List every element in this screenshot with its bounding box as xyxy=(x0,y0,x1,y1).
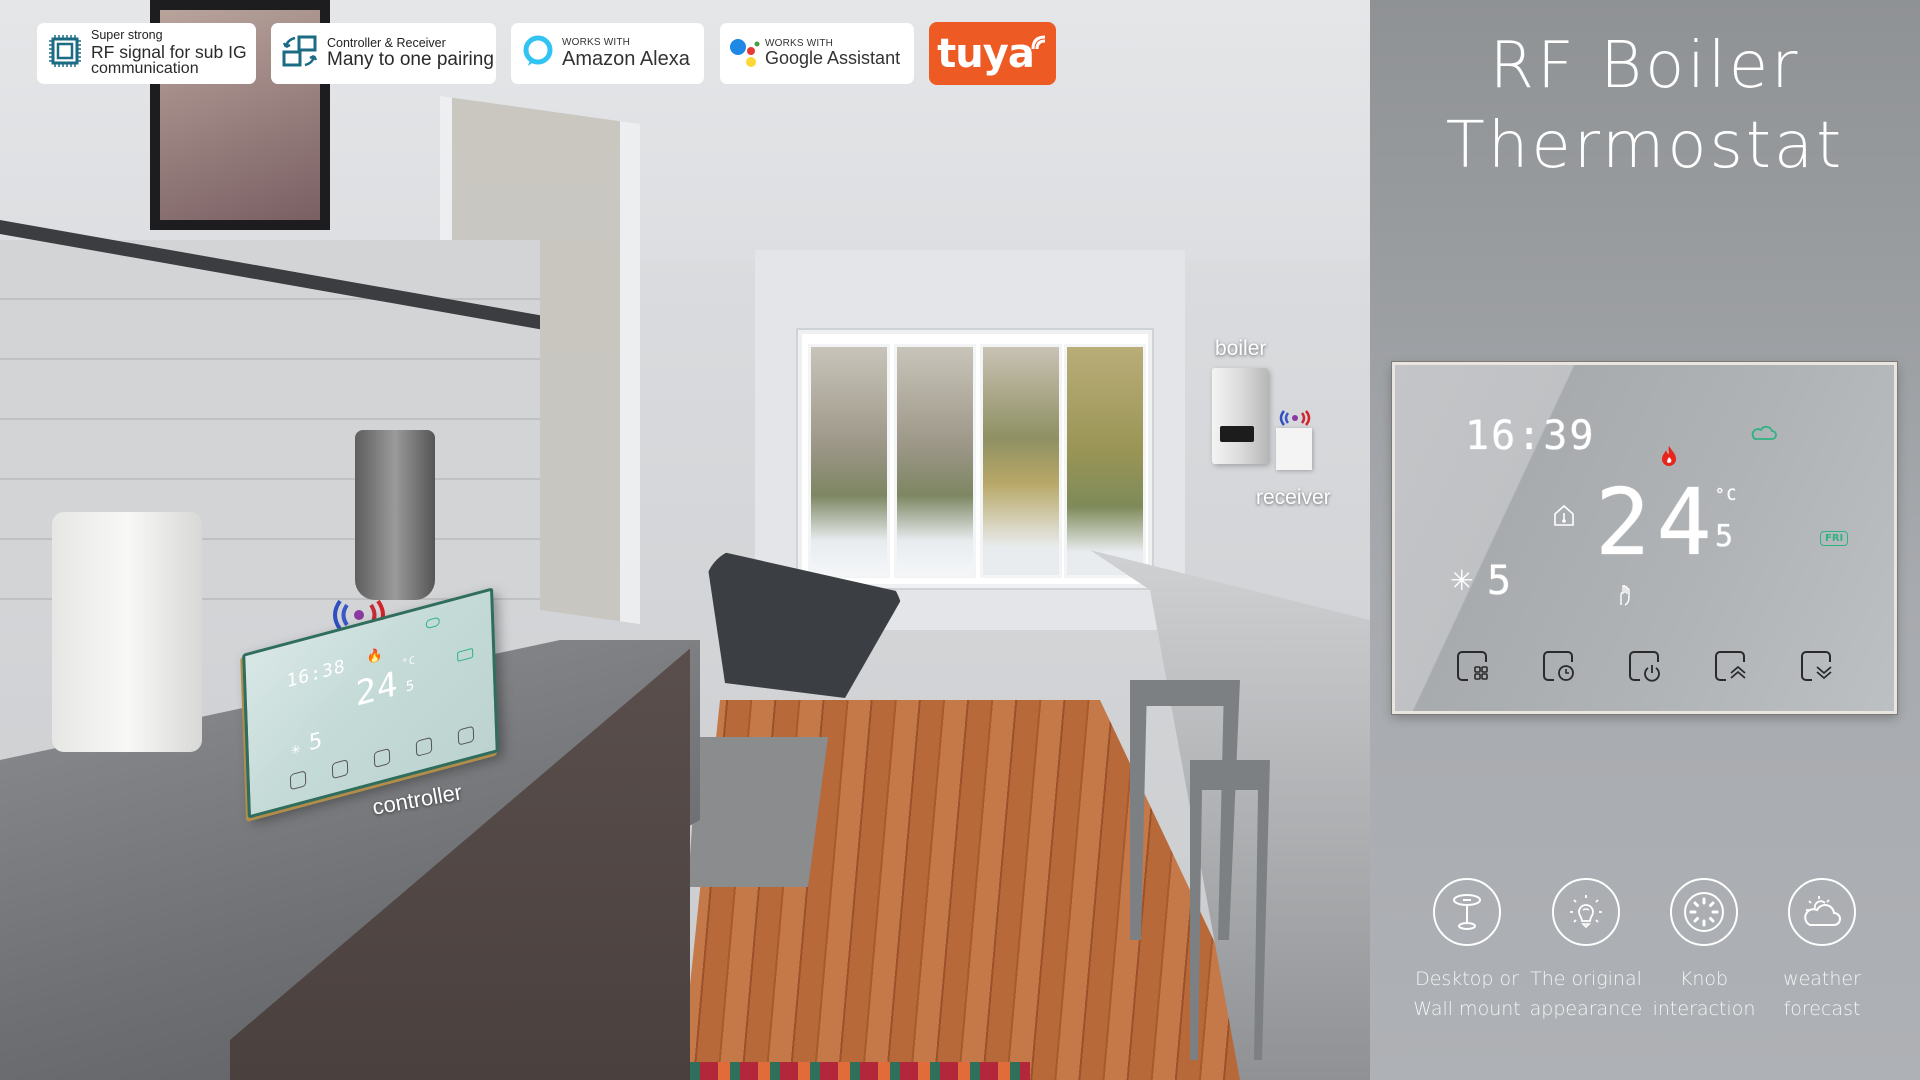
controller-up-key xyxy=(415,736,433,757)
badge-rf-line1: RF signal for sub IG xyxy=(91,41,247,62)
wifi-icon xyxy=(1031,35,1045,49)
alexa-icon xyxy=(522,34,554,73)
desktop-stand-icon xyxy=(1433,878,1501,946)
feature-desktop-wall-mount: Desktop or Wall mount xyxy=(1407,878,1527,1024)
badge-rf-signal: Super strong RF signal for sub IG commun… xyxy=(37,23,256,84)
weather-icon xyxy=(1788,878,1856,946)
chevron-up-icon xyxy=(1730,665,1746,679)
controller-schedule-key xyxy=(331,759,349,780)
tuya-wordmark: tuya xyxy=(937,30,1035,77)
clock-icon xyxy=(1558,665,1574,681)
window xyxy=(798,330,1152,588)
product-title-line1: RF Boiler xyxy=(1489,29,1801,103)
feature-knob-line2: interaction xyxy=(1652,998,1756,1020)
rf-signal-icon xyxy=(1276,408,1314,428)
badge-pairing-line1: Many to one pairing xyxy=(327,49,494,71)
badge-amazon-alexa: WORKS WITH Amazon Alexa xyxy=(511,23,704,84)
weather-cloud-icon xyxy=(1751,425,1777,446)
day-indicator-icon xyxy=(456,647,474,662)
product-title-line2: Thermostat xyxy=(1445,109,1845,183)
boiler-label: boiler xyxy=(1215,337,1267,360)
lightbulb-icon xyxy=(1552,878,1620,946)
power-button[interactable] xyxy=(1628,648,1664,684)
home-temperature-icon xyxy=(1553,503,1575,532)
down-button[interactable] xyxy=(1800,648,1836,684)
up-button[interactable] xyxy=(1714,648,1750,684)
flame-icon: 🔥 xyxy=(366,645,383,666)
boiler-image xyxy=(1212,368,1268,464)
badge-pairing: Controller & Receiver Many to one pairin… xyxy=(271,23,496,84)
thermostat-unit: °C xyxy=(1715,485,1739,504)
feature-appearance-line2: appearance xyxy=(1529,998,1643,1020)
menu-button[interactable] xyxy=(1456,648,1492,684)
badge-rf-small: Super strong xyxy=(91,28,163,43)
thermostat-temperature: 24 xyxy=(1595,469,1718,576)
grid-icon xyxy=(1474,666,1488,680)
snowflake-icon: ✳ xyxy=(1450,565,1474,596)
paper-towel-roll xyxy=(52,512,202,752)
thermostat-setpoint: 5 xyxy=(1487,558,1514,604)
feature-weather-line2: forecast xyxy=(1783,998,1861,1020)
google-assistant-icon xyxy=(727,34,761,73)
gray-rug xyxy=(688,737,828,887)
chevron-down-icon xyxy=(1816,666,1832,680)
receiver-label: receiver xyxy=(1256,486,1331,509)
controller-setpoint: 5 xyxy=(308,727,324,757)
feature-desktop-line2: Wall mount xyxy=(1413,998,1521,1020)
badge-alexa-name: Amazon Alexa xyxy=(562,48,690,70)
day-indicator: FRI xyxy=(1820,531,1849,546)
weather-cloud-icon xyxy=(425,616,440,630)
tuya-logo: tuya xyxy=(929,22,1056,85)
badge-pairing-small: Controller & Receiver xyxy=(327,35,446,50)
feature-desktop-line1: Desktop or xyxy=(1415,968,1519,990)
feature-appearance-line1: The original xyxy=(1530,968,1642,990)
badge-google-assistant: WORKS WITH Google Assistant xyxy=(720,23,914,84)
knob-icon xyxy=(1670,878,1738,946)
badge-google-name: Google Assistant xyxy=(765,48,901,69)
badge-rf-line2: communication xyxy=(91,60,199,78)
controller-power-key xyxy=(373,747,391,769)
schedule-button[interactable] xyxy=(1542,648,1578,684)
hand-touch-icon xyxy=(1617,583,1635,612)
feature-weather-forecast: weather forecast xyxy=(1762,878,1882,1024)
feature-knob-interaction: Knob interaction xyxy=(1644,878,1764,1024)
badge-alexa-works-with: WORKS WITH xyxy=(562,37,631,48)
snowflake-icon: ✳ xyxy=(290,737,302,760)
controller-time: 16:38 xyxy=(286,655,347,693)
feature-original-appearance: The original appearance xyxy=(1526,878,1646,1024)
thermostat-temperature-decimal: 5 xyxy=(1715,519,1736,554)
controller-temperature: 24 xyxy=(354,663,400,715)
controller-down-key xyxy=(457,725,475,746)
receiver-image xyxy=(1276,428,1312,470)
kitchen-scene-photo: boiler receiver 16:38 24 5 °C 🔥 ✳ 5 cont… xyxy=(0,0,1370,1080)
red-rug xyxy=(660,1062,1030,1080)
rf-chip-icon xyxy=(47,33,83,74)
feature-weather-line1: weather xyxy=(1783,968,1861,990)
power-icon xyxy=(1644,665,1660,682)
blender xyxy=(355,430,435,600)
pairing-icon xyxy=(281,34,319,73)
feature-knob-line1: Knob xyxy=(1679,968,1729,990)
controller-unit: °C xyxy=(401,654,417,670)
thermostat-time: 16:39 xyxy=(1465,413,1596,459)
controller-menu-key xyxy=(289,770,307,791)
controller-temperature-decimal: 5 xyxy=(405,677,416,696)
